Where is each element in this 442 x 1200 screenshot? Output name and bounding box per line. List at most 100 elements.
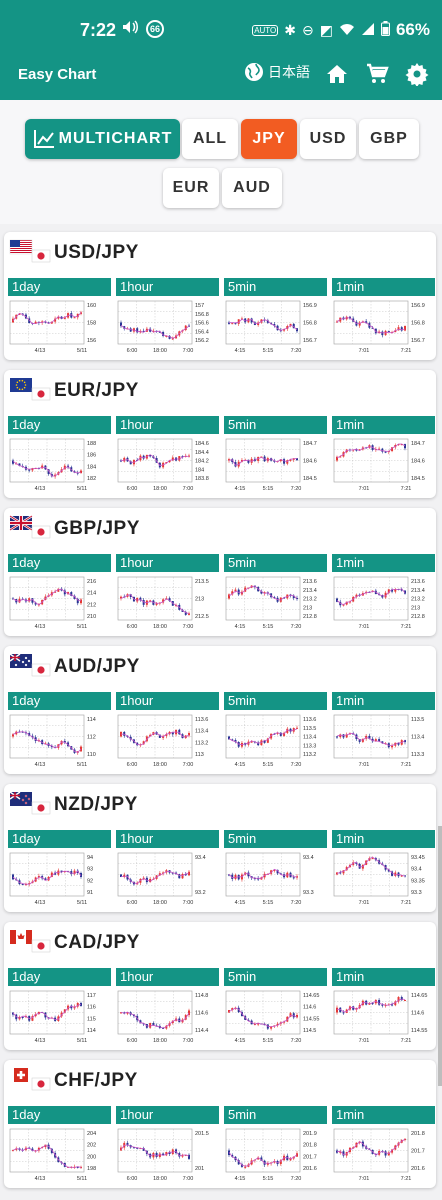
y-tick-label: 113.4 bbox=[411, 735, 424, 741]
candlestick-chart: 114.65 114.6 114.55 7:01 7:21 bbox=[333, 990, 427, 1044]
y-tick-label: 156.8 bbox=[195, 312, 209, 318]
chart-cell-1min[interactable]: 1min 93.45 93.4 93.35 93.3 7:01 7:21 bbox=[332, 830, 435, 908]
chart-cell-1min[interactable]: 1min 113.5 113.4 113.3 7:01 7:21 bbox=[332, 692, 435, 770]
x-tick-label: 7:21 bbox=[401, 1176, 412, 1182]
candle-body bbox=[381, 1004, 384, 1006]
y-tick-label: 184.4 bbox=[195, 450, 209, 456]
tab-usd[interactable]: USD bbox=[300, 119, 356, 159]
pair-card-gbp-jpy[interactable]: GBP/JPY 1day 216 214 212 210 4/13 5/11 1hour 213.… bbox=[4, 508, 436, 636]
tab-label: AUD bbox=[233, 179, 271, 196]
chart-cell-1day[interactable]: 1day 216 214 212 210 4/13 5/11 bbox=[8, 554, 111, 632]
chart-cell-1day[interactable]: 1day 94 93 92 91 4/13 5/11 bbox=[8, 830, 111, 908]
tab-multichart[interactable]: MULTICHART bbox=[25, 119, 180, 159]
pair-card-nzd-jpy[interactable]: NZD/JPY 1day 94 93 92 91 4/13 5/11 1hour 93.4 93.2… bbox=[4, 784, 436, 912]
language-button[interactable]: 日本語 bbox=[244, 62, 310, 82]
x-tick-label: 6:00 bbox=[127, 348, 138, 354]
chart-cell-1day[interactable]: 1day 114 112 110 4/13 5/11 bbox=[8, 692, 111, 770]
y-tick-label: 114.6 bbox=[411, 1011, 424, 1017]
x-tick-label: 7:01 bbox=[359, 624, 370, 630]
candlestick-chart: 213.6 213.4 213.2 213 212.8 4:15 5:15 7:20 bbox=[225, 576, 317, 630]
pair-card-aud-jpy[interactable]: AUD/JPY 1day 114 112 110 4/13 5/11 1hour 113.6 11… bbox=[4, 646, 436, 774]
chart-cell-5min[interactable]: 5min 201.9 201.8 201.7 201.6 4:15 5:15 7:20 bbox=[224, 1106, 327, 1184]
chart-line-icon bbox=[33, 130, 54, 148]
pair-card-chf-jpy[interactable]: CHF/JPY 1day 204 202 200 198 4/13 5/11 1hour 201.… bbox=[4, 1060, 436, 1188]
y-tick-label: 93.4 bbox=[195, 855, 206, 861]
chart-cell-1day[interactable]: 1day 160 158 156 4/13 5/11 bbox=[8, 278, 111, 356]
pair-card-cad-jpy[interactable]: CAD/JPY 1day 117 116 115 114 4/13 5/11 1hour 114.… bbox=[4, 922, 436, 1050]
chart-cell-1hour[interactable]: 1hour 93.4 93.2 6:00 18:00 7:00 bbox=[116, 830, 219, 908]
timeframe-label: 1hour bbox=[116, 692, 219, 710]
y-tick-label: 213.4 bbox=[303, 588, 317, 594]
y-tick-label: 112 bbox=[87, 735, 96, 741]
y-tick-label: 114 bbox=[87, 1028, 96, 1034]
language-label: 日本語 bbox=[268, 64, 310, 80]
pair-card-usd-jpy[interactable]: USD/JPY 1day 160 158 156 4/13 5/11 1hour 157 156.… bbox=[4, 232, 436, 360]
scrollbar-thumb[interactable] bbox=[438, 826, 442, 1086]
y-tick-label: 114.6 bbox=[303, 1005, 316, 1011]
tab-label: GBP bbox=[370, 130, 408, 147]
y-tick-label: 114.65 bbox=[411, 993, 427, 999]
y-tick-label: 184.7 bbox=[303, 441, 317, 447]
settings-gear-icon[interactable] bbox=[405, 62, 429, 86]
chart-cell-1min[interactable]: 1min 184.7 184.6 184.5 7:01 7:21 bbox=[332, 416, 435, 494]
x-tick-label: 7:00 bbox=[183, 624, 194, 630]
tab-gbp[interactable]: GBP bbox=[359, 119, 419, 159]
chart-cell-5min[interactable]: 5min 113.6 113.5 113.4 113.3 113.2 4:15 5:15 7:2… bbox=[224, 692, 327, 770]
timeframe-row: 1day 160 158 156 4/13 5/11 1hour 157 156.8 156.6 1… bbox=[8, 278, 438, 356]
chart-cell-5min[interactable]: 5min 156.9 156.8 156.7 4:15 5:15 7:20 bbox=[224, 278, 327, 356]
timeframe-label: 1min bbox=[332, 968, 435, 986]
candlestick-chart: 204 202 200 198 4/13 5/11 bbox=[9, 1128, 96, 1182]
x-tick-label: 5:15 bbox=[263, 762, 274, 768]
x-tick-label: 4:15 bbox=[235, 624, 246, 630]
candle-body bbox=[181, 1155, 184, 1157]
chart-cell-5min[interactable]: 5min 114.65 114.6 114.55 114.5 4:15 5:15 7:20 bbox=[224, 968, 327, 1046]
candle-body bbox=[400, 327, 403, 331]
chart-cell-1hour[interactable]: 1hour 114.8 114.6 114.4 6:00 18:00 7:00 bbox=[116, 968, 219, 1046]
ch-jp-flag-icon bbox=[14, 1068, 51, 1091]
status-bar: 7:22 66 AUTO ✱ ⊖ ◩ 66% bbox=[0, 0, 442, 58]
chart-cell-1min[interactable]: 1min 213.6 213.4 213.2 213 212.8 7:01 7:21 bbox=[332, 554, 435, 632]
timeframe-label: 5min bbox=[224, 1106, 327, 1124]
chart-cell-1hour[interactable]: 1hour 201.5 201 6:00 18:00 7:00 bbox=[116, 1106, 219, 1184]
candlestick-chart: 213.5 213 212.5 6:00 18:00 7:00 bbox=[117, 576, 209, 630]
candlestick-chart: 201.5 201 6:00 18:00 7:00 bbox=[117, 1128, 209, 1182]
pair-card-eur-jpy[interactable]: EUR/JPY 1day 188 186 184 182 4/13 5/11 1hour 184.… bbox=[4, 370, 436, 498]
y-tick-label: 201.5 bbox=[195, 1131, 209, 1137]
timeframe-label: 1hour bbox=[116, 830, 219, 848]
y-tick-label: 113.6 bbox=[195, 717, 208, 723]
chart-cell-1hour[interactable]: 1hour 157 156.8 156.6 156.4 156.2 6:00 18:00 7:0… bbox=[116, 278, 219, 356]
pair-title: EUR/JPY bbox=[54, 380, 139, 401]
x-tick-label: 5:15 bbox=[263, 1038, 274, 1044]
tab-jpy[interactable]: JPY bbox=[241, 119, 297, 159]
candle-body bbox=[296, 727, 298, 729]
chart-cell-1day[interactable]: 1day 188 186 184 182 4/13 5/11 bbox=[8, 416, 111, 494]
home-icon[interactable] bbox=[325, 62, 349, 86]
chart-cell-1hour[interactable]: 1hour 184.6 184.4 184.2 184 183.8 6:00 18:00 7:0… bbox=[116, 416, 219, 494]
ca-jp-flag-icon bbox=[10, 930, 51, 953]
tab-eur[interactable]: EUR bbox=[163, 168, 219, 208]
chart-cell-5min[interactable]: 5min 93.4 93.3 4:15 5:15 7:20 bbox=[224, 830, 327, 908]
chart-cell-1day[interactable]: 1day 204 202 200 198 4/13 5/11 bbox=[8, 1106, 111, 1184]
cart-icon[interactable] bbox=[365, 62, 389, 86]
tab-label: EUR bbox=[172, 179, 210, 196]
x-tick-label: 4:15 bbox=[235, 1038, 246, 1044]
x-tick-label: 5:15 bbox=[263, 348, 274, 354]
chart-cell-1min[interactable]: 1min 201.8 201.7 201.6 7:01 7:21 bbox=[332, 1106, 435, 1184]
chart-cell-1hour[interactable]: 1hour 113.6 113.4 113.2 113 6:00 18:00 7:00 bbox=[116, 692, 219, 770]
candle-body bbox=[378, 999, 381, 1005]
y-tick-label: 110 bbox=[87, 752, 96, 758]
chart-cell-1day[interactable]: 1day 117 116 115 114 4/13 5/11 bbox=[8, 968, 111, 1046]
chart-cell-5min[interactable]: 5min 213.6 213.4 213.2 213 212.8 4:15 5:15 7:20 bbox=[224, 554, 327, 632]
candle-body bbox=[73, 317, 76, 319]
tab-aud[interactable]: AUD bbox=[222, 168, 282, 208]
y-tick-label: 184.6 bbox=[195, 441, 209, 447]
chart-cell-1min[interactable]: 1min 156.9 156.8 156.7 7:01 7:21 bbox=[332, 278, 435, 356]
chart-cell-5min[interactable]: 5min 184.7 184.6 184.5 4:15 5:15 7:20 bbox=[224, 416, 327, 494]
candle-body bbox=[404, 1000, 406, 1002]
chart-cell-1min[interactable]: 1min 114.65 114.6 114.55 7:01 7:21 bbox=[332, 968, 435, 1046]
tab-all[interactable]: ALL bbox=[182, 119, 238, 159]
chart-cell-1hour[interactable]: 1hour 213.5 213 212.5 6:00 18:00 7:00 bbox=[116, 554, 219, 632]
y-tick-label: 212.8 bbox=[411, 614, 425, 620]
y-tick-label: 156.8 bbox=[303, 321, 317, 327]
app-bar: Easy Chart 日本語 bbox=[0, 58, 442, 100]
